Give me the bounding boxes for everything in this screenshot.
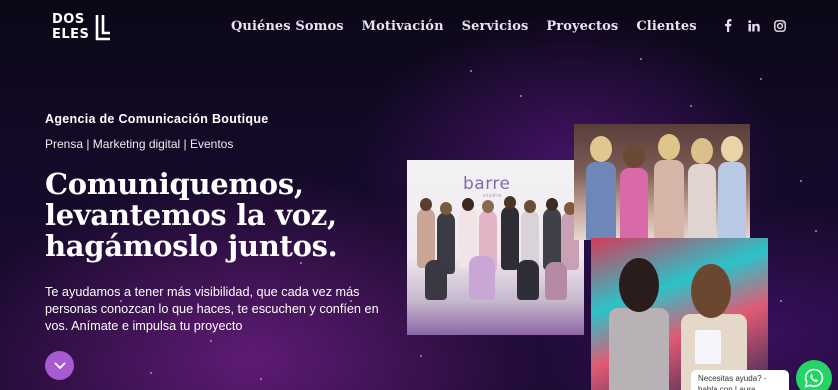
studio-sub-text: studio — [483, 193, 503, 199]
main-nav: Quiénes Somos Motivación Servicios Proye… — [231, 19, 697, 34]
photo-barre-studio: barre studio — [407, 160, 584, 335]
logo[interactable]: DOS ELES — [52, 11, 114, 43]
headline-line-2: levantemos la voz, — [45, 198, 337, 232]
linkedin-icon[interactable] — [748, 19, 760, 32]
nav-proyectos[interactable]: Proyectos — [546, 19, 618, 34]
nav-servicios[interactable]: Servicios — [462, 19, 529, 34]
site-header: DOS ELES Quiénes Somos Motivación Servic… — [0, 0, 838, 56]
photo-tv-set — [591, 238, 768, 390]
headline-line-1: Comuniquemos, — [45, 167, 304, 201]
chevron-down-icon — [54, 362, 65, 369]
nav-clientes[interactable]: Clientes — [636, 19, 696, 34]
social-links — [722, 19, 786, 32]
nav-quienes-somos[interactable]: Quiénes Somos — [231, 19, 344, 34]
logo-mark-icon — [95, 15, 110, 41]
whatsapp-icon — [804, 368, 824, 388]
photo-friends — [574, 124, 750, 240]
hero-headline: Comuniquemos, levantemos la voz, hagámos… — [45, 169, 425, 262]
hero-section: Agencia de Comunicación Boutique Prensa … — [45, 112, 415, 335]
logo-line-1: DOS — [52, 12, 85, 27]
studio-brand-text: barre — [463, 174, 511, 194]
scroll-down-button[interactable] — [45, 351, 74, 380]
hero-description: Te ayudamos a tener más visibilidad, que… — [45, 285, 379, 333]
nav-motivacion[interactable]: Motivación — [362, 19, 444, 34]
hero-services: Prensa | Marketing digital | Eventos — [45, 137, 234, 151]
hero-tagline: Agencia de Comunicación Boutique — [45, 112, 269, 126]
whatsapp-button[interactable] — [796, 360, 832, 390]
instagram-icon[interactable] — [774, 19, 786, 32]
whatsapp-chat-bubble[interactable]: Necesitas ayuda? - habla con Laura — [691, 370, 789, 390]
facebook-icon[interactable] — [722, 19, 734, 32]
headline-line-3: hagámoslo juntos. — [45, 229, 338, 263]
logo-line-2: ELES — [52, 27, 90, 42]
